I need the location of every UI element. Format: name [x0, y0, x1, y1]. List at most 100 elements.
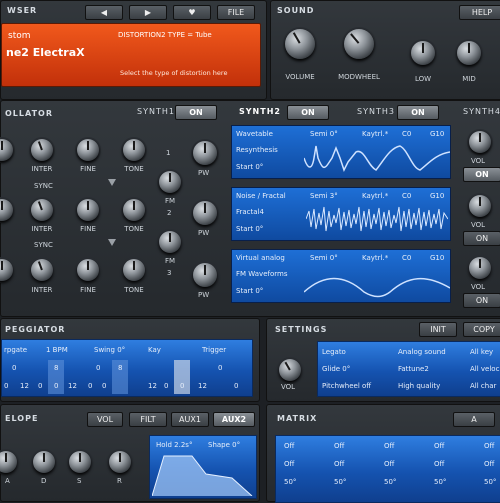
osc3-c0[interactable]: C0	[402, 254, 411, 262]
osc3-g10[interactable]: G10	[430, 254, 444, 262]
matrix-r2c0[interactable]: 50°	[284, 478, 296, 486]
synth2-tab[interactable]: SYNTH2	[239, 107, 281, 116]
env-attack-knob[interactable]	[0, 451, 17, 473]
synth2-on-button[interactable]: ON	[287, 105, 329, 120]
file-button[interactable]: FILE	[217, 5, 255, 20]
synth1-tab[interactable]: SYNTH1	[137, 107, 175, 116]
env-tab-aux1[interactable]: AUX1	[171, 412, 209, 427]
osc1-tone-knob[interactable]	[123, 139, 145, 161]
osc3-display[interactable]: Virtual analog Semi 0° Kaytrl.* C0 G10 F…	[231, 249, 451, 303]
arp-header-swing[interactable]: Swing 0°	[94, 346, 125, 354]
osc2-keytrk[interactable]: Kaytrl.*	[362, 192, 388, 200]
mid-knob[interactable]	[457, 41, 481, 65]
synth4-vol-knob-3[interactable]	[469, 257, 491, 279]
osc2-fine-knob[interactable]	[77, 199, 99, 221]
arp-row2-v2[interactable]: 0	[38, 382, 42, 390]
arp-row2-v11[interactable]: 0	[234, 382, 238, 390]
osc1-g10[interactable]: G10	[430, 130, 444, 138]
arp-header-bpm[interactable]: 1 BPM	[46, 346, 68, 354]
modwheel-knob[interactable]	[344, 29, 374, 59]
matrix-r2c3[interactable]: 50°	[434, 478, 446, 486]
synth4-tab[interactable]: SYNTH4	[463, 107, 500, 116]
matrix-r0c1[interactable]: Off	[334, 442, 344, 450]
setting-allkey[interactable]: All key	[470, 348, 493, 356]
osc1-type[interactable]: Wavetable	[236, 130, 273, 138]
arp-row2-v1[interactable]: 12	[20, 382, 29, 390]
arp-row2-v8[interactable]: 0	[164, 382, 168, 390]
arp-header-trigger[interactable]: Trigger	[202, 346, 226, 354]
env-decay-knob[interactable]	[33, 451, 55, 473]
synth1-on-button[interactable]: ON	[175, 105, 217, 120]
arp-header-gate[interactable]: rpgate	[4, 346, 27, 354]
osc3-pw-knob[interactable]	[193, 263, 217, 287]
osc1-display[interactable]: Wavetable Semi 0° Kaytrl.* C0 G10 Resynt…	[231, 125, 451, 179]
matrix-r1c2[interactable]: Off	[384, 460, 394, 468]
settings-vol-knob[interactable]	[279, 359, 301, 381]
osc1-fine-knob[interactable]	[77, 139, 99, 161]
synth4-on-button-2[interactable]: ON	[463, 231, 500, 246]
osc3-semi[interactable]: Semi 0°	[310, 254, 338, 262]
osc3-start[interactable]: Start 0°	[236, 287, 263, 295]
arp-row1-v4[interactable]: 0	[218, 364, 222, 372]
matrix-r2c2[interactable]: 50°	[384, 478, 396, 486]
matrix-a-button[interactable]: A	[453, 412, 495, 427]
osc2-g10[interactable]: G10	[430, 192, 444, 200]
osc1-pw-knob[interactable]	[193, 141, 217, 165]
env-sustain-knob[interactable]	[69, 451, 91, 473]
matrix-r2c1[interactable]: 50°	[334, 478, 346, 486]
synth4-on-button-3[interactable]: ON	[463, 293, 500, 308]
arp-row2-v10[interactable]: 12	[198, 382, 207, 390]
setting-quality[interactable]: High quality	[398, 382, 440, 390]
setting-legato[interactable]: Legato	[322, 348, 346, 356]
matrix-r0c3[interactable]: Off	[434, 442, 444, 450]
osc2-pw-knob[interactable]	[193, 201, 217, 225]
setting-pitchwheel[interactable]: Pitchwheel off	[322, 382, 371, 390]
matrix-r0c2[interactable]: Off	[384, 442, 394, 450]
matrix-display[interactable]: Off Off Off Off Off Off Off Off Off Off …	[275, 435, 500, 503]
back-button[interactable]: ◀	[85, 5, 123, 20]
osc3-coarse-knob[interactable]	[0, 259, 13, 281]
envelope-display[interactable]: Hold 2.2s° Shape 0°	[149, 435, 257, 499]
arp-row2-v9[interactable]: 0	[180, 382, 184, 390]
arp-row2-v0[interactable]: 0	[4, 382, 8, 390]
osc3-wave-name[interactable]: FM Waveforms	[236, 270, 287, 278]
copy-button[interactable]: COPY	[463, 322, 500, 337]
osc3-fine-knob[interactable]	[77, 259, 99, 281]
arp-header-key[interactable]: Kay	[148, 346, 161, 354]
osc3-inter-knob[interactable]	[31, 259, 53, 281]
arpeggiator-display[interactable]: rpgate 1 BPM Swing 0° Kay Trigger 0 8 0 …	[1, 339, 253, 397]
synth4-vol-knob-2[interactable]	[469, 195, 491, 217]
fm2-knob[interactable]	[159, 171, 181, 193]
matrix-r1c3[interactable]: Off	[434, 460, 444, 468]
osc2-tone-knob[interactable]	[123, 199, 145, 221]
osc2-inter-knob[interactable]	[31, 199, 53, 221]
env-hold[interactable]: Hold 2.2s°	[156, 441, 192, 449]
arp-row1-v0[interactable]: 0	[12, 364, 16, 372]
env-release-knob[interactable]	[109, 451, 131, 473]
setting-analog[interactable]: Analog sound	[398, 348, 446, 356]
forward-button[interactable]: ▶	[129, 5, 167, 20]
osc2-wave-name[interactable]: Fractal4	[236, 208, 264, 216]
preset-display[interactable]: stom ne2 ElectraX DISTORTION2 TYPE = Tub…	[1, 23, 261, 87]
osc2-c0[interactable]: C0	[402, 192, 411, 200]
arp-row2-v3[interactable]: 0	[54, 382, 58, 390]
synth3-tab[interactable]: SYNTH3	[357, 107, 395, 116]
osc1-coarse-knob[interactable]	[0, 139, 13, 161]
low-knob[interactable]	[411, 41, 435, 65]
osc3-tone-knob[interactable]	[123, 259, 145, 281]
env-tab-vol[interactable]: VOL	[87, 412, 123, 427]
synth3-on-button[interactable]: ON	[397, 105, 439, 120]
osc1-wave-name[interactable]: Resynthesis	[236, 146, 278, 154]
matrix-r0c0[interactable]: Off	[284, 442, 294, 450]
osc2-type[interactable]: Noise / Fractal	[236, 192, 286, 200]
init-button[interactable]: INIT	[419, 322, 457, 337]
osc1-inter-knob[interactable]	[31, 139, 53, 161]
arp-row2-v4[interactable]: 12	[68, 382, 77, 390]
favorite-button[interactable]: ♥	[173, 5, 211, 20]
setting-allchar[interactable]: All char	[470, 382, 496, 390]
arp-row2-v6[interactable]: 0	[102, 382, 106, 390]
setting-fattune[interactable]: Fattune2	[398, 365, 429, 373]
matrix-r1c0[interactable]: Off	[284, 460, 294, 468]
osc3-type[interactable]: Virtual analog	[236, 254, 285, 262]
osc1-c0[interactable]: C0	[402, 130, 411, 138]
